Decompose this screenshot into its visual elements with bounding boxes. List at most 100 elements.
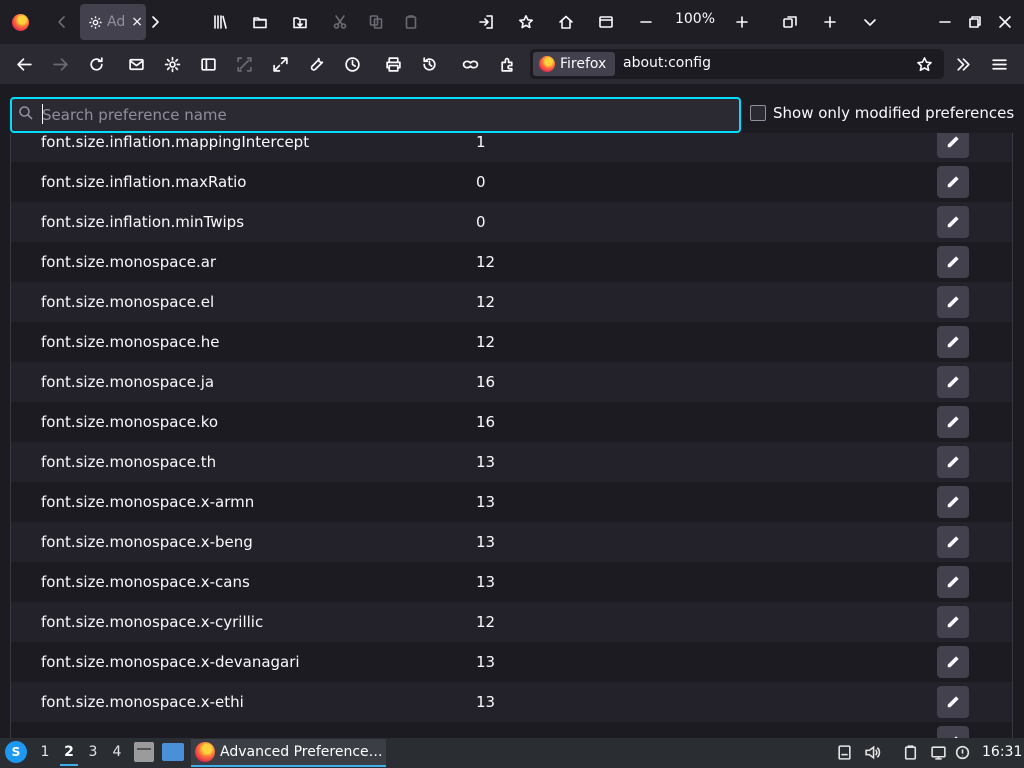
edit-pencil-icon[interactable] bbox=[937, 206, 969, 238]
edit-pencil-icon[interactable] bbox=[937, 566, 969, 598]
developer-tools-icon[interactable] bbox=[303, 51, 329, 77]
preference-row[interactable]: font.size.monospace.ar 12 bbox=[11, 242, 1012, 282]
preference-row[interactable]: font.size.monospace.x-cans 13 bbox=[11, 562, 1012, 602]
close-window-icon[interactable] bbox=[991, 8, 1019, 36]
sign-in-icon[interactable] bbox=[472, 8, 500, 36]
zoom-in-icon[interactable] bbox=[728, 8, 756, 36]
forward-icon[interactable] bbox=[47, 51, 73, 77]
edit-pencil-icon[interactable] bbox=[937, 726, 969, 738]
firefox-task-icon bbox=[195, 742, 215, 762]
app-menu-icon[interactable] bbox=[986, 51, 1012, 77]
edit-pencil-icon[interactable] bbox=[937, 646, 969, 678]
search-icon bbox=[18, 105, 36, 123]
preference-row[interactable]: font.size.inflation.minTwips 0 bbox=[11, 202, 1012, 242]
volume-icon[interactable] bbox=[862, 742, 882, 762]
open-file-icon[interactable] bbox=[246, 8, 274, 36]
workspace-1[interactable]: 1 bbox=[38, 744, 52, 760]
tab-scroll-right-icon[interactable] bbox=[141, 8, 169, 36]
preference-row[interactable]: font.size.monospace.he 12 bbox=[11, 322, 1012, 362]
restore-session-icon[interactable] bbox=[416, 51, 442, 77]
new-window-icon[interactable] bbox=[776, 8, 804, 36]
preference-value: 13 bbox=[476, 573, 496, 591]
list-all-tabs-icon[interactable] bbox=[856, 8, 884, 36]
minimize-icon[interactable] bbox=[931, 8, 959, 36]
new-tab-icon[interactable] bbox=[816, 8, 844, 36]
bookmark-page-star-icon[interactable] bbox=[911, 51, 937, 77]
library-icon[interactable] bbox=[206, 8, 234, 36]
clipboard-icon[interactable] bbox=[900, 742, 920, 762]
overflow-chevron-icon[interactable] bbox=[950, 51, 976, 77]
firefox-menu-icon[interactable] bbox=[6, 8, 34, 36]
preference-row[interactable]: font.size.monospace.th 13 bbox=[11, 442, 1012, 482]
reader-view-icon[interactable] bbox=[195, 51, 221, 77]
preference-value: 12 bbox=[476, 253, 496, 271]
copy-icon[interactable] bbox=[362, 8, 390, 36]
edit-pencil-icon[interactable] bbox=[937, 133, 969, 158]
show-modified-toggle[interactable]: Show only modified preferences bbox=[750, 104, 1014, 122]
settings-icon[interactable] bbox=[159, 51, 185, 77]
clock[interactable]: 16:31 bbox=[982, 744, 1022, 760]
paste-icon[interactable] bbox=[397, 8, 425, 36]
taskbar-firefox-window[interactable]: Advanced Preference… bbox=[191, 739, 386, 767]
screenshot-icon[interactable] bbox=[231, 51, 257, 77]
url-text[interactable]: about:config bbox=[623, 55, 711, 71]
preference-name: font.size.monospace.el bbox=[41, 293, 215, 311]
edit-pencil-icon[interactable] bbox=[937, 686, 969, 718]
mail-icon[interactable] bbox=[123, 51, 149, 77]
edit-pencil-icon[interactable] bbox=[937, 366, 969, 398]
preference-row[interactable]: font.size.monospace.ko 16 bbox=[11, 402, 1012, 442]
zoom-out-icon[interactable] bbox=[632, 8, 660, 36]
tab-title: Ad bbox=[107, 14, 126, 30]
storage-icon[interactable] bbox=[834, 742, 854, 762]
updates-icon[interactable] bbox=[952, 742, 972, 762]
edit-pencil-icon[interactable] bbox=[937, 406, 969, 438]
tab-scroll-left-icon[interactable] bbox=[48, 8, 76, 36]
preference-row[interactable]: font.size.monospace.x-armn 13 bbox=[11, 482, 1012, 522]
preference-row[interactable]: font.size.inflation.mappingIntercept 1 bbox=[11, 133, 1012, 162]
preference-row[interactable] bbox=[11, 722, 1012, 738]
edit-pencil-icon[interactable] bbox=[937, 526, 969, 558]
preference-row[interactable]: font.size.monospace.x-beng 13 bbox=[11, 522, 1012, 562]
preference-value: 16 bbox=[476, 413, 496, 431]
extensions-icon[interactable] bbox=[494, 51, 520, 77]
back-icon[interactable] bbox=[11, 51, 37, 77]
reload-icon[interactable] bbox=[83, 51, 109, 77]
preference-row[interactable]: font.size.monospace.ja 16 bbox=[11, 362, 1012, 402]
terminal-icon[interactable] bbox=[162, 743, 184, 761]
search-input[interactable] bbox=[40, 103, 730, 127]
app-launcher-icon[interactable]: S bbox=[5, 741, 27, 763]
sidebar-window-icon[interactable] bbox=[592, 8, 620, 36]
preference-name: font.size.monospace.x-armn bbox=[41, 493, 255, 511]
bookmark-star-icon[interactable] bbox=[512, 8, 540, 36]
preference-value: 16 bbox=[476, 373, 496, 391]
file-manager-icon[interactable] bbox=[134, 742, 154, 762]
edit-pencil-icon[interactable] bbox=[937, 446, 969, 478]
network-icon[interactable] bbox=[928, 742, 948, 762]
print-icon[interactable] bbox=[380, 51, 406, 77]
preference-row[interactable]: font.size.monospace.el 12 bbox=[11, 282, 1012, 322]
edit-pencil-icon[interactable] bbox=[937, 286, 969, 318]
tab-about-config[interactable]: Ad × bbox=[80, 4, 146, 40]
edit-pencil-icon[interactable] bbox=[937, 486, 969, 518]
workspace-2[interactable]: 2 bbox=[62, 744, 76, 760]
workspace-3[interactable]: 3 bbox=[86, 744, 100, 760]
preference-row[interactable]: font.size.monospace.x-ethi 13 bbox=[11, 682, 1012, 722]
edit-pencil-icon[interactable] bbox=[937, 326, 969, 358]
workspace-4[interactable]: 4 bbox=[110, 744, 124, 760]
identity-box[interactable]: Firefox bbox=[533, 52, 615, 76]
preference-row[interactable]: font.size.monospace.x-cyrillic 12 bbox=[11, 602, 1012, 642]
preference-row[interactable]: font.size.inflation.maxRatio 0 bbox=[11, 162, 1012, 202]
restore-icon[interactable] bbox=[961, 8, 989, 36]
private-browsing-icon[interactable] bbox=[457, 51, 483, 77]
preference-row[interactable]: font.size.monospace.x-devanagari 13 bbox=[11, 642, 1012, 682]
cut-icon[interactable] bbox=[326, 8, 354, 36]
edit-pencil-icon[interactable] bbox=[937, 166, 969, 198]
home-icon[interactable] bbox=[552, 8, 580, 36]
history-icon[interactable] bbox=[339, 51, 365, 77]
save-page-icon[interactable] bbox=[286, 8, 314, 36]
fullscreen-icon[interactable] bbox=[267, 51, 293, 77]
zoom-level[interactable]: 100% bbox=[672, 11, 718, 27]
edit-pencil-icon[interactable] bbox=[937, 606, 969, 638]
edit-pencil-icon[interactable] bbox=[937, 246, 969, 278]
show-modified-checkbox[interactable] bbox=[750, 105, 766, 121]
